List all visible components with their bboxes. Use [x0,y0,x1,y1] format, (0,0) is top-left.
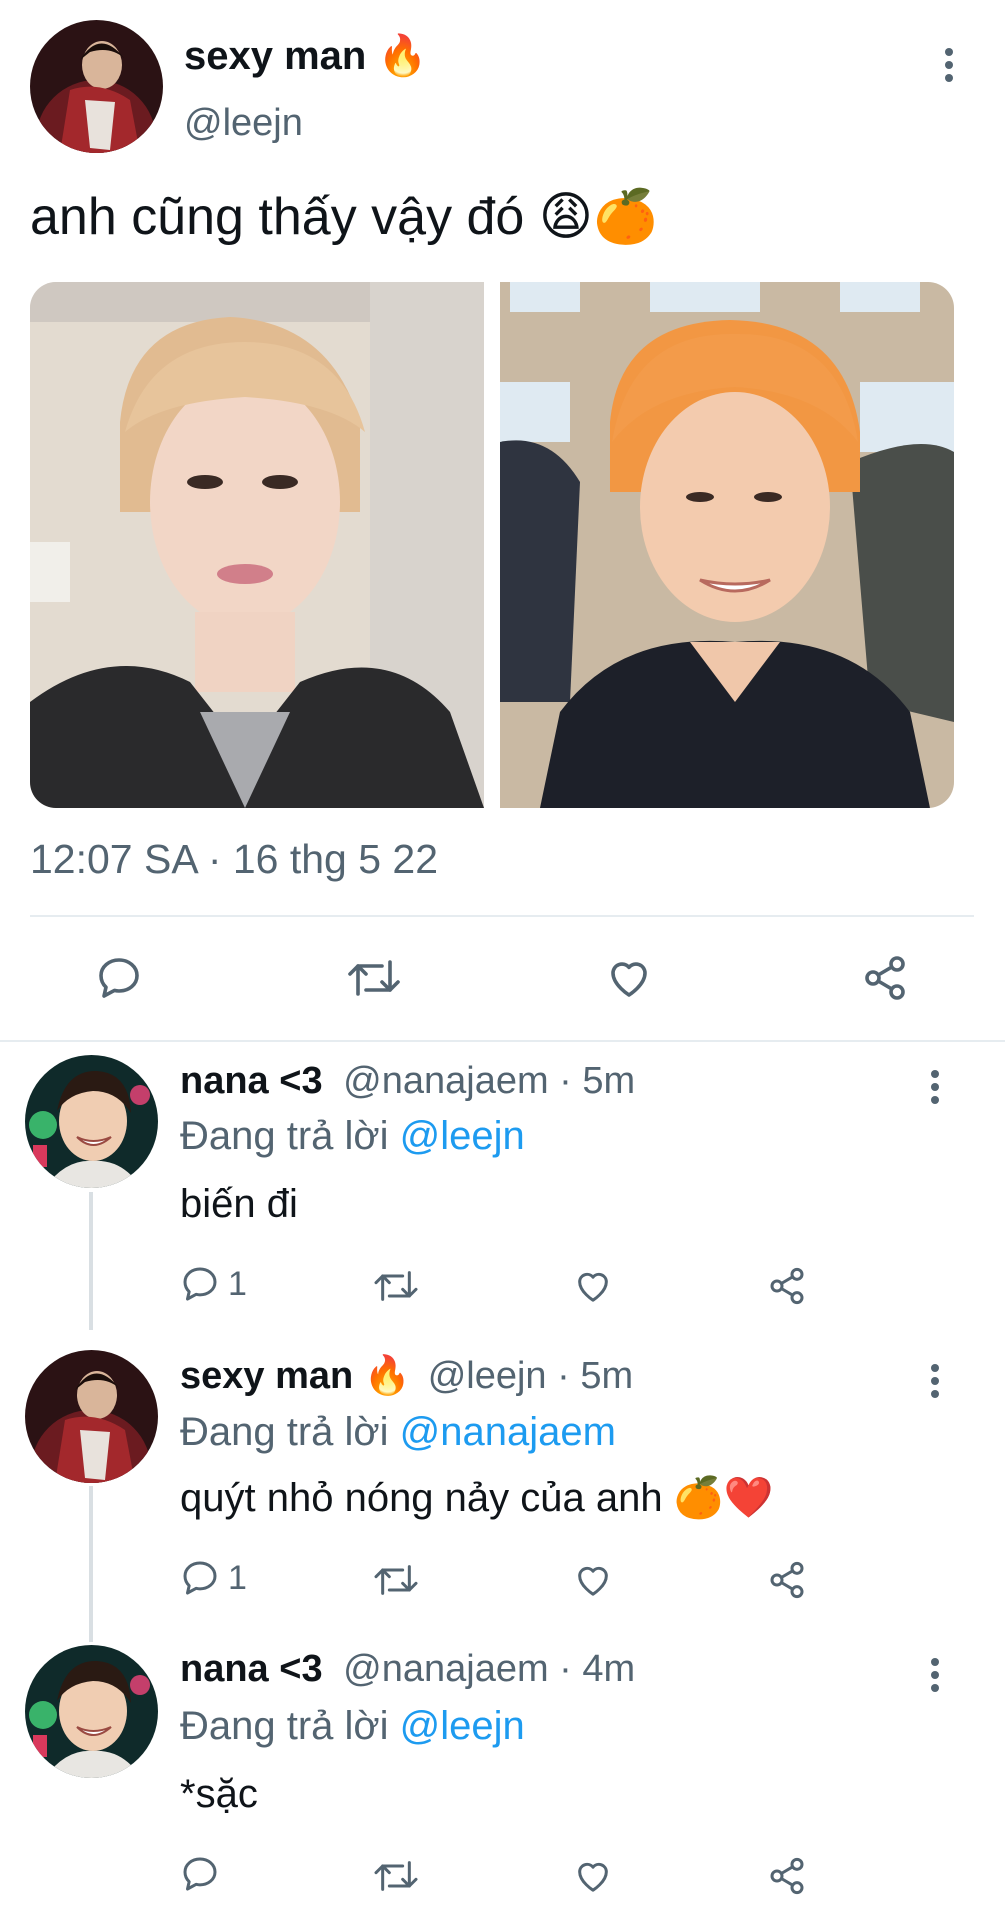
display-name[interactable]: nana <3 [180,1060,323,1102]
tweet-photo-1[interactable] [30,282,484,808]
replying-to: Đang trả lời @nanajaem [180,1410,616,1455]
reply-text: *sặc [180,1772,258,1816]
retweet-icon[interactable] [346,954,402,1002]
divider [30,915,974,917]
thread-line [89,1192,93,1330]
thread-line [89,1486,93,1642]
replying-label: Đang trả lời [180,1704,389,1748]
avatar[interactable] [25,1645,158,1778]
display-name[interactable]: sexy man [180,1355,353,1397]
display-name[interactable]: nana <3 [180,1648,323,1690]
replying-label: Đang trả lời [180,1114,389,1158]
handle[interactable]: @leejn [184,102,303,145]
reply-count: 1 [228,1558,247,1597]
like-icon[interactable] [572,1560,614,1600]
tweet-photo-2[interactable] [500,282,954,808]
share-icon[interactable] [766,1560,808,1600]
tweet-timestamp: 12:07 SA · 16 thg 5 22 [30,836,439,882]
reply-button[interactable] [180,1854,228,1894]
reply-header: sexy man 🔥 @leejn · 5m [180,1354,633,1398]
share-icon[interactable] [766,1266,808,1306]
more-options-icon[interactable] [930,1070,940,1109]
tweet-text: anh cũng thấy vậy đó 😩🍊 [30,188,658,246]
like-icon[interactable] [604,954,654,1002]
reply-icon[interactable] [94,954,144,1002]
avatar[interactable] [30,20,163,153]
retweet-icon[interactable] [372,1266,420,1306]
divider [0,1040,1005,1042]
mention-link[interactable]: @nanajaem [400,1410,616,1454]
replying-to: Đang trả lời @leejn [180,1704,525,1749]
reply-header: nana <3 @nanajaem · 4m [180,1648,635,1691]
mention-link[interactable]: @leejn [400,1114,525,1158]
avatar[interactable] [25,1055,158,1188]
share-icon[interactable] [766,1856,808,1896]
fire-icon: 🔥 [363,1355,412,1397]
reply-button[interactable]: 1 [180,1264,247,1304]
handle-time[interactable]: @nanajaem · 4m [343,1648,635,1690]
reply-count: 1 [228,1264,247,1303]
fire-icon: 🔥 [377,34,428,78]
reply-icon [183,1267,217,1301]
reply-text: quýt nhỏ nóng nảy của anh 🍊❤️ [180,1476,774,1520]
like-icon[interactable] [572,1266,614,1306]
display-name-text: sexy man [184,34,367,78]
handle-time[interactable]: @leejn · 5m [428,1355,633,1397]
more-options-icon[interactable] [930,1658,940,1697]
avatar[interactable] [25,1350,158,1483]
more-options-icon[interactable] [944,48,954,87]
like-icon[interactable] [572,1856,614,1896]
more-options-icon[interactable] [930,1364,940,1403]
handle-time[interactable]: @nanajaem · 5m [343,1060,635,1102]
reply-icon [183,1857,217,1891]
retweet-icon[interactable] [372,1856,420,1896]
display-name[interactable]: sexy man 🔥 [184,32,427,79]
replying-label: Đang trả lời [180,1410,389,1454]
reply-button[interactable]: 1 [180,1558,247,1598]
mention-link[interactable]: @leejn [400,1704,525,1748]
reply-text: biến đi [180,1182,298,1226]
retweet-icon[interactable] [372,1560,420,1600]
reply-icon [183,1561,217,1595]
share-icon[interactable] [860,954,910,1002]
reply-header: nana <3 @nanajaem · 5m [180,1060,635,1103]
replying-to: Đang trả lời @leejn [180,1114,525,1159]
